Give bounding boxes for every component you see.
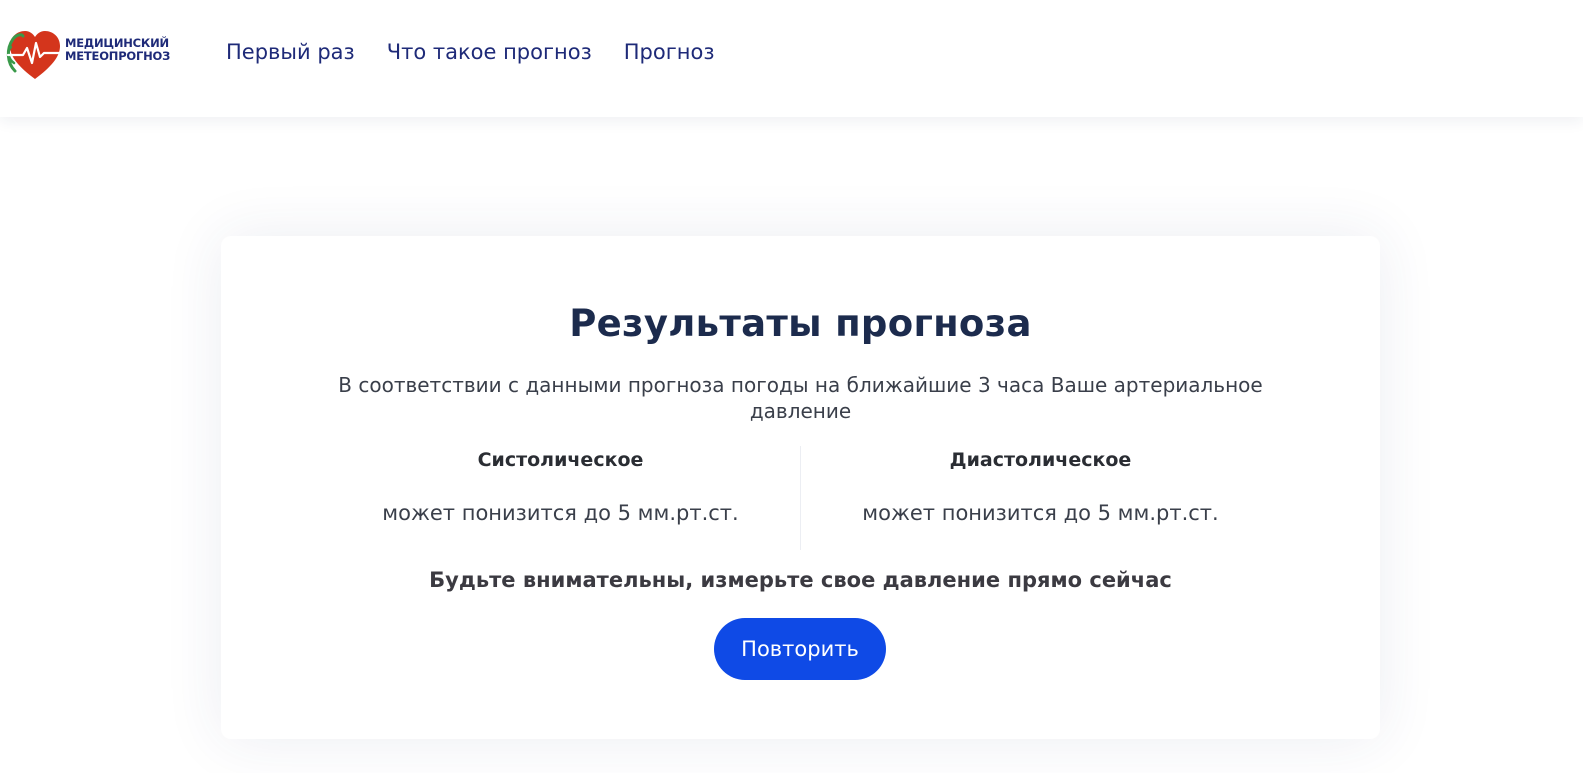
logo-line-2: МЕТЕОПРОГНОЗ [65, 49, 171, 63]
pressure-columns: Систолическое может понизится до 5 мм.рт… [321, 446, 1280, 550]
site-logo[interactable]: МЕДИЦИНСКИЙ МЕТЕОПРОГНОЗ [5, 27, 175, 83]
nav-first-time[interactable]: Первый раз [226, 40, 355, 64]
heart-leaf-logo-icon [6, 31, 63, 79]
diastolic-column: Диастолическое может понизится до 5 мм.р… [800, 446, 1280, 550]
measure-warning: Будьте внимательны, измерьте свое давлен… [429, 568, 1172, 592]
results-card: Результаты прогноза В соответствии с дан… [221, 236, 1380, 739]
systolic-column: Систолическое может понизится до 5 мм.рт… [321, 446, 800, 550]
nav-what-is-forecast[interactable]: Что такое прогноз [387, 40, 592, 64]
main-content: Результаты прогноза В соответствии с дан… [0, 117, 1583, 773]
diastolic-title: Диастолическое [949, 449, 1132, 471]
results-title: Результаты прогноза [569, 302, 1032, 345]
main-nav: Первый раз Что такое прогноз Прогноз [226, 40, 715, 64]
repeat-button[interactable]: Повторить [714, 618, 886, 680]
systolic-value: может понизится до 5 мм.рт.ст. [382, 501, 739, 525]
diastolic-value: может понизится до 5 мм.рт.ст. [862, 501, 1219, 525]
results-description: В соответствии с данными прогноза погоды… [338, 373, 1263, 423]
site-header: МЕДИЦИНСКИЙ МЕТЕОПРОГНОЗ Первый раз Что … [0, 0, 1583, 117]
nav-forecast[interactable]: Прогноз [624, 40, 715, 64]
logo-text: МЕДИЦИНСКИЙ МЕТЕОПРОГНОЗ [65, 37, 170, 63]
systolic-title: Систолическое [477, 449, 644, 471]
